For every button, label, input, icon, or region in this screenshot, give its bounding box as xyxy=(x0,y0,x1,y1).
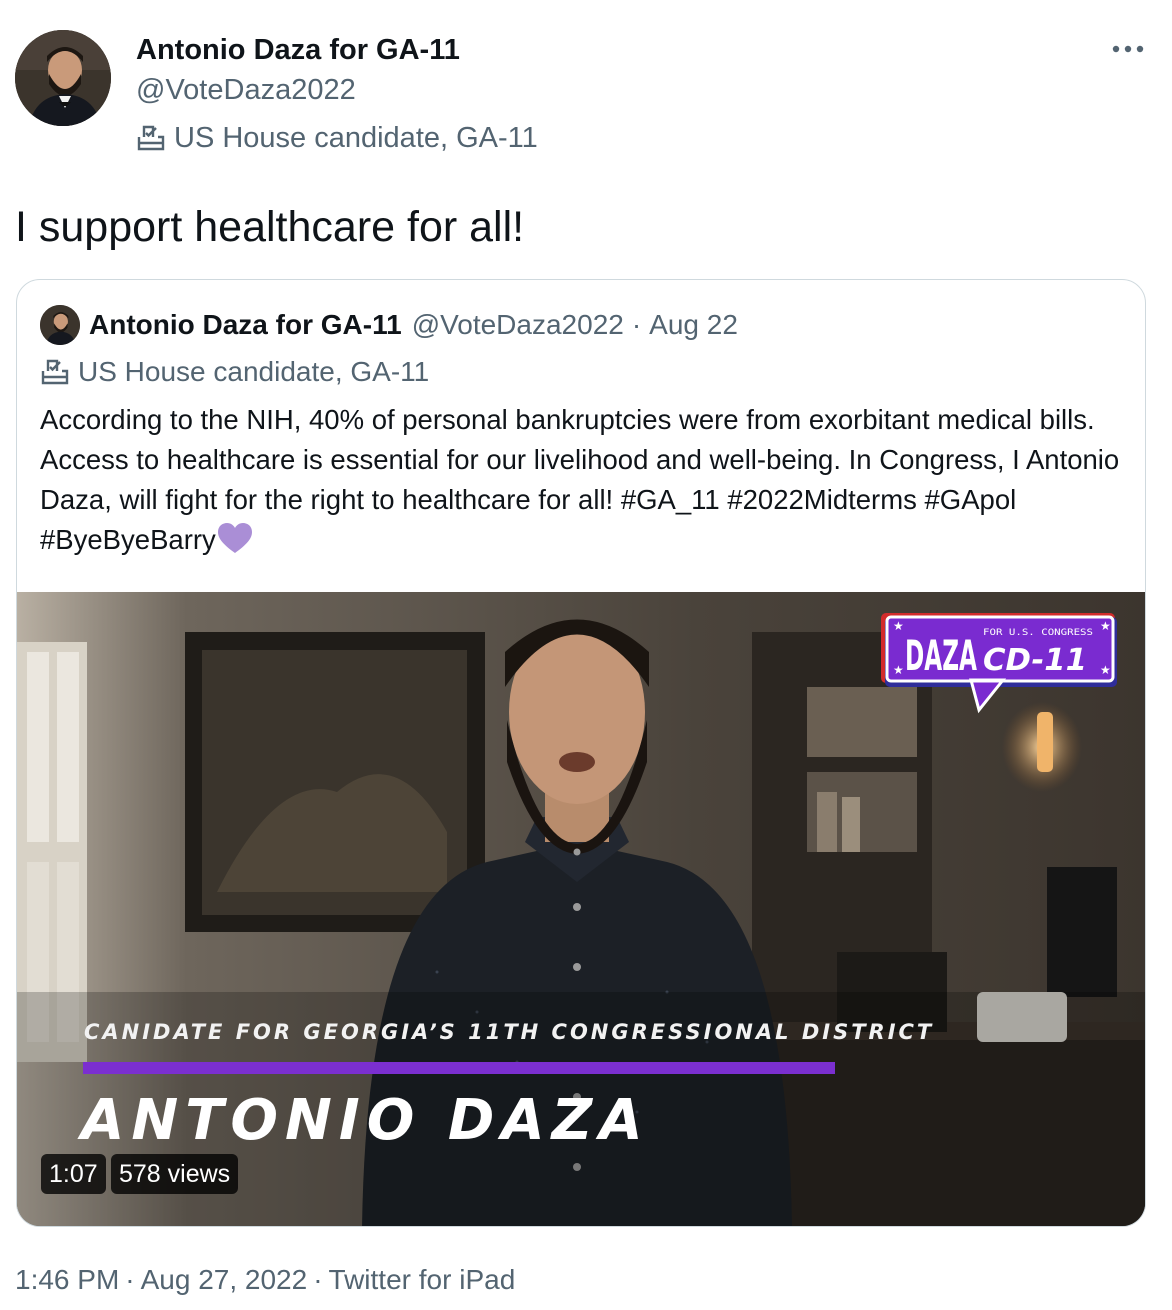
tweet-date[interactable]: Aug 27, 2022 xyxy=(141,1264,308,1295)
svg-text:★: ★ xyxy=(1100,663,1111,677)
author-name[interactable]: Antonio Daza for GA-11 xyxy=(136,32,460,68)
quoted-author-label-text: US House candidate, GA-11 xyxy=(78,356,430,387)
quoted-author-avatar[interactable] xyxy=(40,305,80,345)
logo-word: DAZA xyxy=(905,631,977,680)
svg-text:★: ★ xyxy=(1100,619,1111,633)
quoted-tweet-text: According to the NIH, 40% of personal ba… xyxy=(40,400,1130,566)
quoted-tweet-date[interactable]: Aug 22 xyxy=(649,309,738,341)
separator-dot: · xyxy=(125,1264,135,1295)
video-subtitle: CANIDATE FOR GEORGIA’S 11TH CONGRESSIONA… xyxy=(84,1020,935,1044)
quoted-author-handle[interactable]: @VoteDaza2022 xyxy=(412,309,624,341)
more-dots-icon xyxy=(1112,45,1144,53)
tweet-time[interactable]: 1:46 PM xyxy=(15,1264,119,1295)
quoted-author-label: US House candidate, GA-11 xyxy=(40,354,429,390)
video-name: ANTONIO DAZA xyxy=(81,1088,650,1153)
tweet-text: I support healthcare for all! xyxy=(15,203,525,251)
author-label: US House candidate, GA-11 xyxy=(136,120,538,156)
purple-heart-icon xyxy=(216,521,254,566)
author-label-text: US House candidate, GA-11 xyxy=(174,122,538,154)
svg-text:★: ★ xyxy=(893,663,904,677)
ballot-box-icon xyxy=(136,123,166,153)
more-options-button[interactable] xyxy=(1108,34,1148,64)
tweet-source[interactable]: Twitter for iPad xyxy=(329,1264,516,1295)
video-player[interactable]: ★ ★ ★ ★ DAZA FOR U.S. CONGRESS CD-11 CAN… xyxy=(17,592,1145,1226)
video-views-badge: 578 views xyxy=(111,1154,239,1194)
separator-dot: · xyxy=(631,309,642,340)
video-duration-badge: 1:07 xyxy=(41,1154,106,1194)
author-avatar[interactable] xyxy=(15,30,111,126)
daza-campaign-logo: ★ ★ ★ ★ DAZA FOR U.S. CONGRESS CD-11 xyxy=(879,610,1119,718)
video-accent-bar xyxy=(83,1062,835,1074)
ballot-box-icon xyxy=(40,357,70,387)
quoted-tweet-card[interactable]: Antonio Daza for GA-11 @VoteDaza2022 · A… xyxy=(16,279,1146,1227)
logo-district: CD-11 xyxy=(983,643,1087,678)
separator-dot: · xyxy=(313,1264,323,1295)
quoted-author-name[interactable]: Antonio Daza for GA-11 xyxy=(89,309,402,341)
tweet-timestamp: 1:46 PM · Aug 27, 2022 · Twitter for iPad xyxy=(15,1262,515,1298)
author-handle[interactable]: @VoteDaza2022 xyxy=(136,72,356,108)
logo-small: FOR U.S. CONGRESS xyxy=(983,628,1093,638)
quoted-tweet-header: Antonio Daza for GA-11 @VoteDaza2022 · A… xyxy=(40,305,738,345)
quoted-tweet-body: According to the NIH, 40% of personal ba… xyxy=(40,404,1120,555)
svg-text:★: ★ xyxy=(893,619,904,633)
